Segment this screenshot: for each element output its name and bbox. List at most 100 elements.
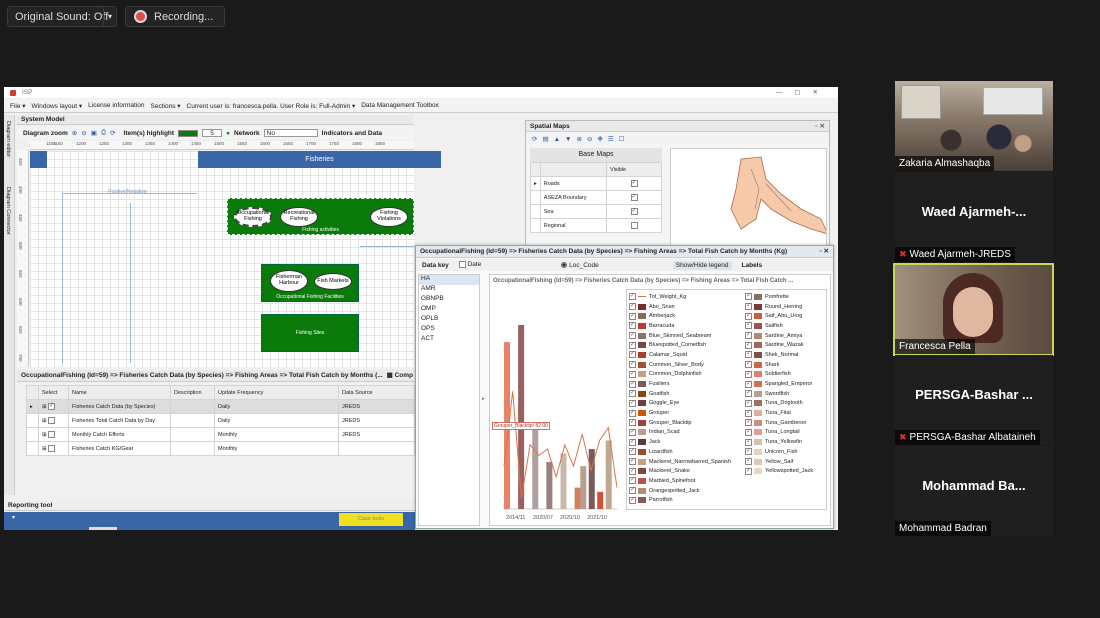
legend-checkbox[interactable]: ✓ [629,467,636,475]
radio-selected-icon[interactable] [561,261,568,268]
node-occupational-fishing[interactable]: Occupational Fishing [234,207,272,227]
legend-item[interactable]: ✓ Tuna_Yellowfin [745,437,827,447]
chart-bar[interactable] [597,491,604,509]
legend-item[interactable]: ✓ Saif_Abu_Urog [745,311,827,321]
highlight-count-input[interactable]: 5 [202,129,223,137]
chart-bar[interactable] [605,440,612,509]
table-row[interactable]: ▸ Roads ✓ [530,176,662,191]
zoom-fit-icon[interactable]: ▣ [91,129,97,137]
legend-item[interactable]: ✓ Bluespotted_Cornetfish [629,340,745,350]
legend-item[interactable]: ✓ Parrotfish [629,495,745,505]
menu-item-windows-layout[interactable]: Windows layout ▾ [32,102,83,110]
list-item[interactable]: GBNPB [419,295,479,305]
zoom-out-icon[interactable]: ⊖ [81,129,86,137]
column-header-select[interactable]: Select [38,385,69,400]
chart-bar[interactable] [588,449,595,509]
row-checkbox[interactable] [48,445,56,452]
row-checkbox[interactable] [48,431,56,438]
legend-item[interactable]: ✓ Calamar_Squid [629,350,745,360]
legend-checkbox[interactable]: ✓ [745,322,752,330]
legend-item[interactable]: ✓ Tuna_Dogtooth [745,399,827,409]
node-fish-markets[interactable]: Fish Markets [314,273,352,290]
diagram-canvas[interactable]: Fisheries Positive/Negative Occupational… [30,151,441,367]
expand-icon[interactable]: ⊞ [42,404,47,410]
list-item[interactable]: OMP [419,305,479,315]
layer-visible-checkbox[interactable] [630,222,638,229]
legend-checkbox[interactable]: ✓ [629,487,636,495]
table-row[interactable]: ⊞ Fisheries Total Catch Data by Day Dail… [26,413,415,428]
layer-visible-checkbox[interactable]: ✓ [630,208,638,215]
legend-checkbox[interactable]: ✓ [629,409,636,417]
legend-checkbox[interactable]: ✓ [745,390,752,398]
date-option[interactable]: Date [458,261,481,269]
table-row[interactable]: ⊞ Fisheries Catch KG/Gear Monthly [26,441,415,456]
highlight-color-picker[interactable] [178,129,199,137]
legend-item[interactable]: ✓ Blue_Skinned_Seabream [629,331,745,341]
legend-checkbox[interactable]: ✓ [629,351,636,359]
legend-checkbox[interactable]: ✓ [629,303,636,311]
chart-bar[interactable] [546,461,553,509]
table-row[interactable]: ⊞ Monthly Catch Efforts Monthly JREDS [26,427,415,442]
node-recreational-fishing[interactable]: Recreational Fishing [280,207,318,227]
legend-item[interactable]: ✓ Soldierfish [745,370,827,380]
legend-checkbox[interactable]: ✓ [745,361,752,369]
participant-tile-active-speaker[interactable]: Francesca Pella [893,263,1054,356]
legend-checkbox[interactable]: ✓ [629,496,636,504]
table-row[interactable]: ASEZA Boundary ✓ [530,190,662,205]
menu-item-user[interactable]: Current user is: francesca.pella. User R… [187,102,356,110]
legend-item[interactable]: ✓ Grouper [629,408,745,418]
chart-bar[interactable] [532,427,539,509]
fishing-facilities-group[interactable]: Fisherman Harbour Fish Markets Occupatio… [261,264,359,302]
legend-item[interactable]: ✓ Abo_Snan [629,302,745,312]
menu-item-sections[interactable]: Sections ▾ [151,102,181,110]
legend-item[interactable]: ✓ Pomfrette [745,292,827,302]
legend-checkbox[interactable]: ✓ [629,399,636,407]
column-header-name[interactable]: Name [68,385,171,400]
legend-item[interactable]: ✓ Amberjack [629,311,745,321]
show-hide-legend-button[interactable]: Show/Hide legend [672,260,732,270]
reporting-tab[interactable] [89,527,117,530]
legend-item[interactable]: ✓ Jack [629,437,745,447]
fishing-activities-group[interactable]: Occupational Fishing Recreational Fishin… [227,198,414,235]
column-header-frequency[interactable]: Update Frequency [214,385,339,400]
window-controls[interactable]: —▢✕ [776,88,830,96]
legend-item[interactable]: ✓ Goggle_Eye [629,399,745,409]
pan-icon[interactable]: ✥ [597,135,602,143]
chart-bar[interactable] [580,466,587,509]
legend-item[interactable]: ✓ Marbled_Spinefoot [629,476,745,486]
labels-toggle[interactable]: Labels [742,262,763,269]
loc-code-option[interactable]: Loc_Code [561,261,599,269]
legend-item[interactable]: ✓ Mackerel_Narrowbarred_Spanish [629,457,745,467]
chart-bar[interactable] [574,487,581,509]
expand-icon[interactable]: ⊞ [42,446,47,452]
legend-checkbox[interactable]: ✓ [745,293,752,301]
legend-checkbox[interactable]: ✓ [745,428,752,436]
legend-item[interactable]: ✓ Mackerel_Snake [629,466,745,476]
legend-checkbox[interactable]: ✓ [629,477,636,485]
node-fishing-violations[interactable]: Fishing Violations [370,207,408,227]
zoom-in-icon[interactable]: ⊕ [72,129,77,137]
legend-item[interactable]: ✓ Tuna_Fital [745,408,827,418]
legend-item[interactable]: ✓ Shek_Normal [745,350,827,360]
legend-checkbox[interactable]: ✓ [629,438,636,446]
case-tools-button[interactable]: Case tools [339,513,403,526]
legend-checkbox[interactable]: ✓ [629,361,636,369]
list-item[interactable]: ACT [419,335,479,345]
legend-checkbox[interactable]: ✓ [629,458,636,466]
legend-item[interactable]: ✓ Goatfish [629,389,745,399]
checkbox-icon[interactable]: ☐ [619,135,625,143]
legend-item[interactable]: ✓ Lizardfish [629,447,745,457]
column-header-source[interactable]: Data Source [338,385,415,400]
participant-tile[interactable]: Mohammad Ba... Mohammad Badran [895,446,1053,536]
menu-item-file[interactable]: File ▾ [10,102,26,110]
network-select[interactable]: No [263,129,318,137]
legend-item[interactable]: ✓ Round_Herring [745,302,827,312]
legend-checkbox[interactable]: ✓ [629,332,636,340]
legend-item[interactable]: ✓ Common_Dolphinfish [629,370,745,380]
legend-item[interactable]: ✓ Orangespotted_Jack [629,486,745,496]
splitter-handle[interactable]: ▸ [482,396,485,402]
chevron-down-icon[interactable]: ▾ [103,7,116,26]
fishing-sites-group[interactable]: Fishing Sites [261,314,359,352]
legend-checkbox[interactable]: ✓ [745,303,752,311]
legend-item[interactable]: ✓ Unicorn_Fish [745,447,827,457]
